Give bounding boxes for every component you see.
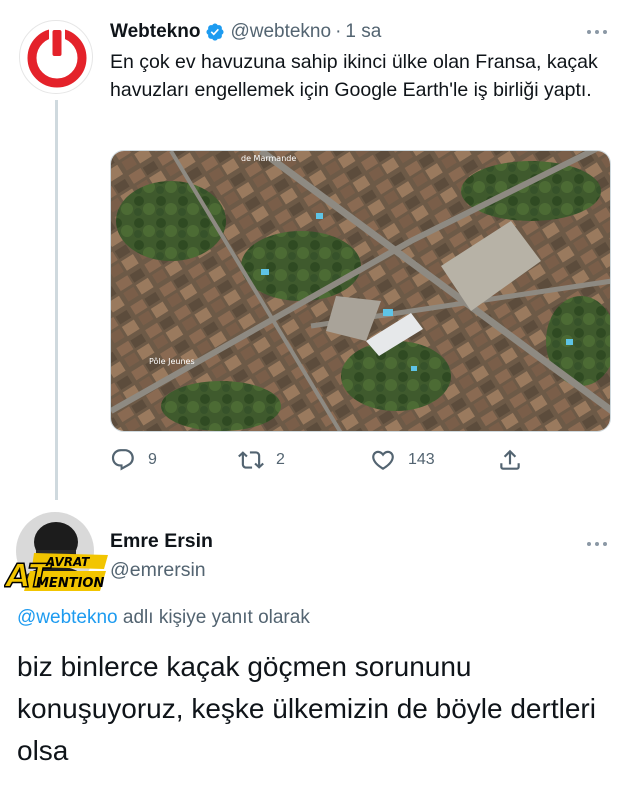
replying-to-line: @webtekno adlı kişiye yanıt olarak	[17, 607, 310, 629]
atmention-watermark: AT AVRAT MENTION	[2, 547, 112, 596]
share-icon	[500, 449, 520, 470]
retweet-icon	[238, 451, 264, 469]
tweet-text: En çok ev havuzuna sahip ikinci ülke ola…	[110, 51, 598, 101]
tweet-time[interactable]: 1 sa	[345, 21, 381, 43]
map-label-marmande: de Marmande	[241, 154, 296, 163]
separator-dot: ·	[335, 21, 342, 42]
like-button[interactable]: 143	[370, 442, 435, 478]
power-logo-icon	[27, 27, 87, 88]
tweet-header: Webtekno @webtekno · 1 sa	[110, 17, 381, 47]
aerial-map-image: de Marmande Pôle Jeunes	[111, 151, 610, 431]
reply-text: biz binlerce kaçak göçmen sorununu konuş…	[17, 651, 596, 766]
tweet-actions: 9 2 143	[110, 442, 540, 478]
retweet-count: 2	[276, 451, 285, 468]
svg-text:AVRAT: AVRAT	[45, 555, 90, 569]
ellipsis-icon	[587, 30, 607, 34]
reply-count: 9	[148, 451, 157, 468]
reply-more-options-button[interactable]	[585, 531, 609, 551]
like-count: 143	[408, 451, 435, 468]
author-handle[interactable]: @webtekno	[230, 21, 331, 43]
tweet-image[interactable]: de Marmande Pôle Jeunes	[110, 150, 611, 432]
replying-to-mention[interactable]: @webtekno	[17, 607, 118, 628]
author-name[interactable]: Webtekno	[110, 21, 200, 43]
ellipsis-icon	[587, 542, 607, 546]
thread-line	[55, 100, 58, 500]
heart-icon	[372, 450, 394, 470]
reply-button[interactable]: 9	[110, 442, 157, 478]
original-tweet[interactable]: Webtekno @webtekno · 1 sa En çok ev havu…	[0, 0, 635, 500]
verified-badge-icon	[206, 23, 224, 41]
reply-author-handle[interactable]: @emrersin	[110, 559, 206, 582]
more-options-button[interactable]	[585, 19, 609, 39]
share-button[interactable]	[497, 442, 535, 478]
reply-author-name[interactable]: Emre Ersin	[110, 530, 213, 553]
replying-to-suffix: adlı kişiye yanıt olarak	[117, 607, 310, 628]
svg-text:MENTION: MENTION	[36, 576, 104, 591]
retweet-button[interactable]: 2	[238, 442, 285, 478]
map-label-pole-jeunes: Pôle Jeunes	[149, 356, 195, 366]
webtekno-avatar[interactable]	[19, 20, 93, 94]
reply-icon	[111, 449, 134, 471]
